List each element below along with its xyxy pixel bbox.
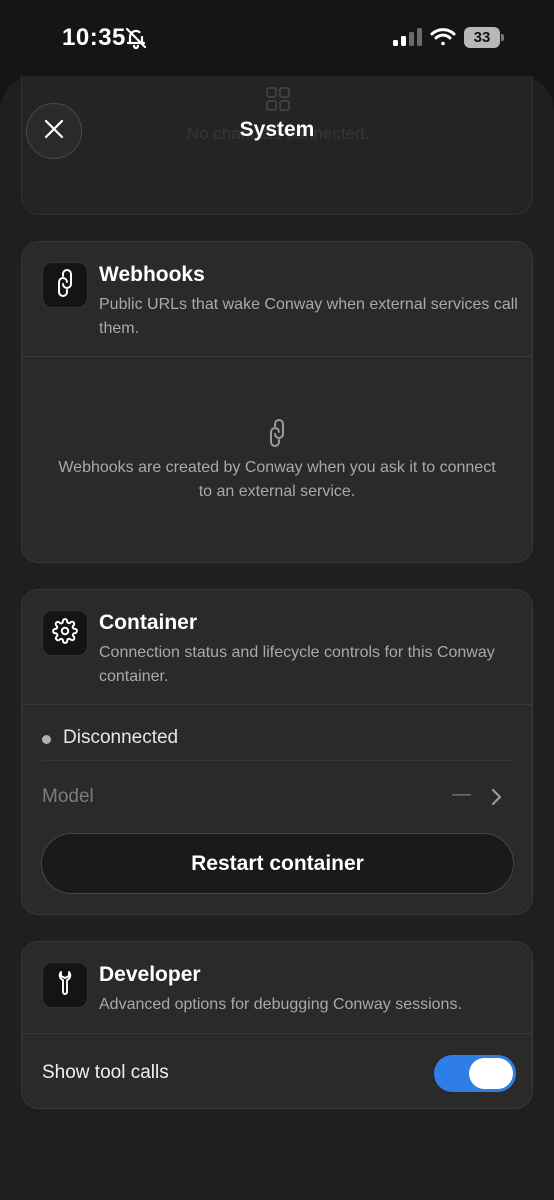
battery-tip xyxy=(501,34,504,41)
container-card: Container Connection status and lifecycl… xyxy=(21,589,533,915)
divider xyxy=(22,356,532,357)
sheet-title: System xyxy=(239,118,315,141)
grid-icon xyxy=(265,86,291,117)
divider xyxy=(22,1033,532,1034)
link-icon xyxy=(264,419,290,452)
toggle-knob xyxy=(469,1058,513,1089)
model-value[interactable]: — xyxy=(452,784,471,806)
model-label[interactable]: Model xyxy=(42,786,94,808)
bell-slash-icon xyxy=(124,26,148,55)
chevron-right-icon[interactable] xyxy=(489,788,503,811)
battery-icon: 33 xyxy=(464,27,504,48)
signal-icon xyxy=(393,28,423,51)
divider xyxy=(42,760,512,761)
gear-icon xyxy=(52,617,78,649)
status-bar: 10:35 33 xyxy=(0,0,554,76)
connection-status: Disconnected xyxy=(63,727,179,748)
wrench-icon xyxy=(53,969,77,1002)
divider xyxy=(22,704,532,705)
webhooks-empty-text: Webhooks are created by Conway when you … xyxy=(58,459,496,500)
webhooks-card: Webhooks Public URLs that wake Conway wh… xyxy=(21,241,533,563)
container-description: Connection status and lifecycle controls… xyxy=(99,644,495,685)
status-time: 10:35 xyxy=(62,24,126,51)
developer-card: Developer Advanced options for debugging… xyxy=(21,941,533,1109)
show-tool-calls-label: Show tool calls xyxy=(42,1062,169,1083)
battery-level: 33 xyxy=(464,27,500,48)
restart-container-button[interactable]: Restart container xyxy=(41,833,514,894)
developer-description: Advanced options for debugging Conway se… xyxy=(99,996,462,1013)
webhooks-icon-tile xyxy=(42,262,88,308)
wifi-icon xyxy=(430,27,456,52)
link-icon xyxy=(54,268,76,302)
developer-icon-tile xyxy=(42,962,88,1008)
show-tool-calls-toggle[interactable] xyxy=(434,1055,516,1092)
developer-title: Developer xyxy=(99,963,201,986)
container-title: Container xyxy=(99,611,198,634)
webhooks-description: Public URLs that wake Conway when extern… xyxy=(99,296,518,337)
status-dot xyxy=(42,735,51,744)
channels-card-scrolled: No channels connected. xyxy=(21,76,533,215)
container-icon-tile xyxy=(42,610,88,656)
webhooks-title: Webhooks xyxy=(99,263,205,286)
